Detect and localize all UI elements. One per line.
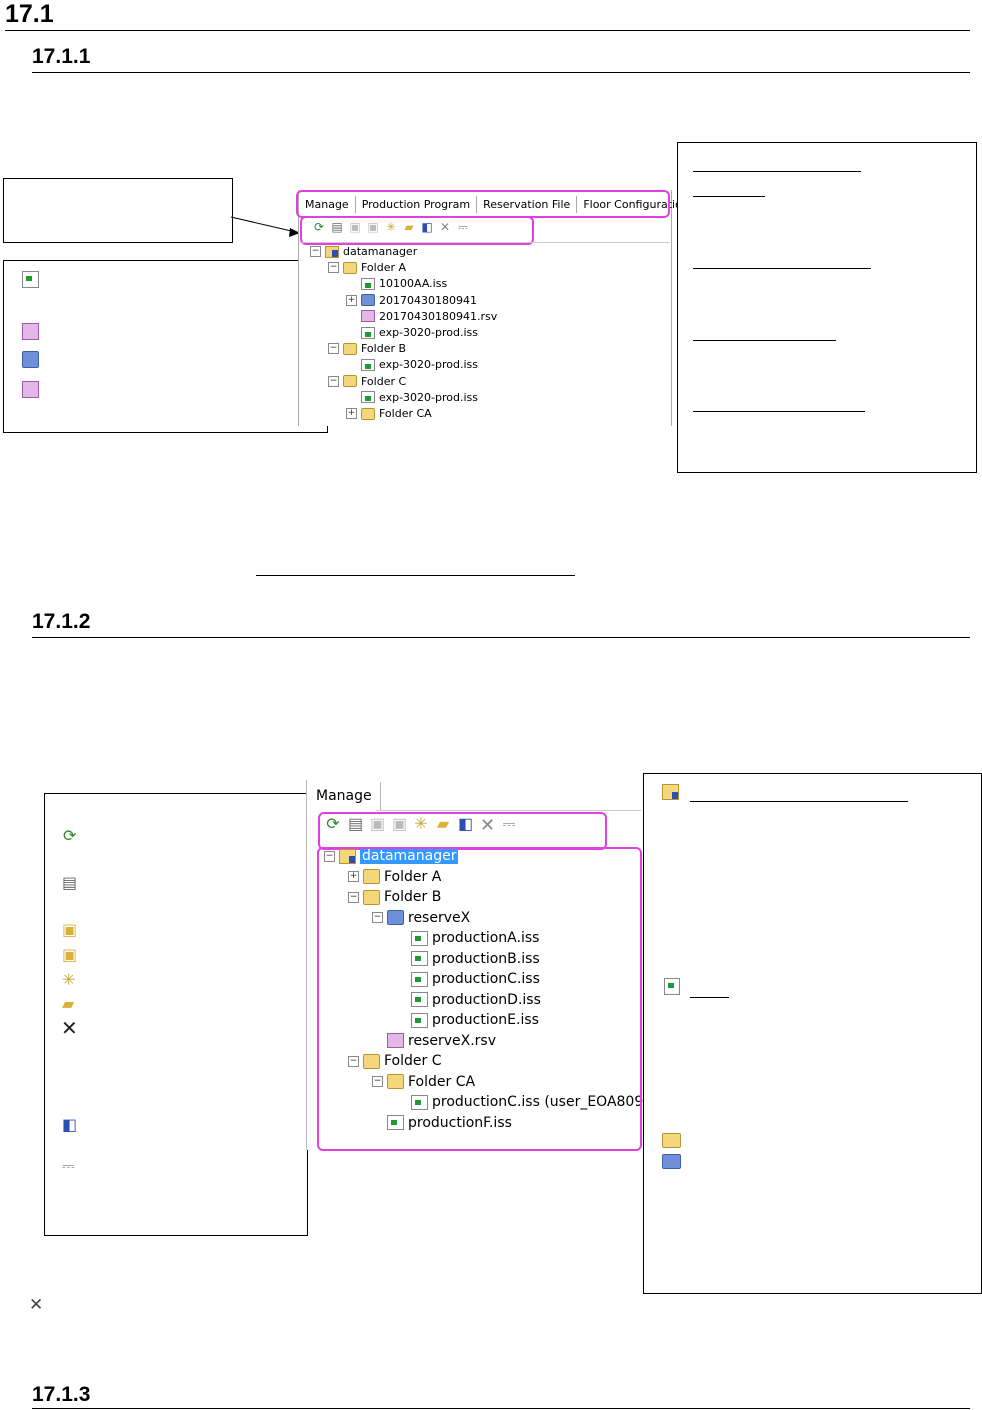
heading-rule xyxy=(5,30,970,31)
tree-node[interactable]: +20170430180941 xyxy=(346,294,477,307)
iss-file-icon xyxy=(361,326,375,339)
callout-box-tabs xyxy=(677,142,977,473)
new-folder-icon: ▰ xyxy=(62,994,75,1013)
section-heading-17-1-1: 17.1.1 xyxy=(32,45,91,68)
tree-legend-box xyxy=(643,773,982,1294)
refresh-icon: ⟳ xyxy=(63,826,77,845)
tree-node[interactable]: exp-3020-prod.iss xyxy=(346,358,478,371)
divider xyxy=(298,242,670,243)
collapse-icon[interactable]: − xyxy=(310,246,321,257)
connect-icon: ⎓ xyxy=(62,1156,75,1175)
heading-rule xyxy=(32,1408,970,1409)
tree-node-label: Folder CA xyxy=(379,407,432,420)
collapse-icon[interactable]: − xyxy=(328,375,339,387)
properties-icon: ▤ xyxy=(62,873,78,892)
reservation-folder-icon xyxy=(662,1154,681,1169)
tree-node[interactable]: + Folder CA xyxy=(346,407,432,420)
tree-node[interactable]: − Folder B xyxy=(328,342,406,355)
section-heading-17-1-2: 17.1.2 xyxy=(32,610,91,633)
rename-icon: ◧ xyxy=(62,1115,78,1134)
tree-node-label: Folder B xyxy=(361,342,407,356)
plain-iss-icon xyxy=(664,978,680,995)
underline-mark xyxy=(690,997,729,998)
toolbar-legend-box xyxy=(44,793,308,1236)
delete-icon: ✕ xyxy=(61,1016,78,1040)
rsv-file-icon xyxy=(361,310,375,323)
tree-node-label: datamanager xyxy=(343,245,418,258)
blue-folder-icon xyxy=(361,294,375,307)
underline-mark xyxy=(693,196,765,197)
folder-icon xyxy=(361,407,375,420)
iss-file-icon xyxy=(361,277,375,290)
underline-mark xyxy=(693,411,865,412)
tree-highlight xyxy=(317,847,642,1151)
underline-mark xyxy=(690,801,908,802)
heading-rule xyxy=(32,72,970,73)
tree-node-label: exp-3020-prod.iss xyxy=(379,358,478,372)
tree-node[interactable]: − Folder A xyxy=(328,261,406,274)
tab-highlight xyxy=(296,190,670,218)
delete-icon: ✕ xyxy=(29,1295,44,1315)
rsv-file-icon xyxy=(22,323,39,340)
new-file-icon: ✳ xyxy=(62,970,76,989)
folder-icon xyxy=(343,261,357,274)
iss-file-icon xyxy=(361,358,375,371)
collapse-icon[interactable]: − xyxy=(328,343,339,355)
callout-box-toolbar xyxy=(3,178,233,243)
reservation-rsv-icon xyxy=(22,381,39,398)
collapse-icon[interactable]: − xyxy=(328,262,339,274)
heading-rule xyxy=(32,637,970,638)
tree-node[interactable]: exp-3020-prod.iss xyxy=(346,391,478,404)
iss-file-icon xyxy=(22,271,39,288)
section-heading-17-1: 17.1 xyxy=(5,0,54,28)
folder-icon xyxy=(343,342,357,355)
tree-node-label: Folder C xyxy=(361,374,407,388)
tab-manage[interactable]: Manage xyxy=(308,782,381,810)
tree-node-label: Folder A xyxy=(361,261,407,275)
tree-node[interactable]: − datamanager xyxy=(310,245,417,258)
expand-icon[interactable]: + xyxy=(346,408,357,419)
tree-node-label: exp-3020-prod.iss xyxy=(379,326,478,339)
tree-node[interactable]: 10100AA.iss xyxy=(346,277,447,290)
divider xyxy=(376,810,641,811)
icon-legend-box xyxy=(3,260,328,433)
datamanager-icon xyxy=(325,245,339,258)
folder-icon xyxy=(343,375,357,388)
datamanager-icon xyxy=(662,784,679,800)
underline-mark xyxy=(693,171,861,172)
reservation-folder-icon xyxy=(22,351,39,368)
unlock-icon: ▣ xyxy=(62,945,78,964)
section-heading-17-1-3: 17.1.3 xyxy=(32,1383,91,1406)
tree-node[interactable]: 20170430180941.rsv xyxy=(346,310,497,323)
folder-icon xyxy=(662,1133,681,1148)
underline-mark xyxy=(693,340,836,341)
expand-icon[interactable]: + xyxy=(346,294,357,306)
tree-node[interactable]: exp-3020-prod.iss xyxy=(346,326,478,339)
tree-node[interactable]: − Folder C xyxy=(328,375,406,388)
tree-node-label: 20170430180941 xyxy=(379,293,477,307)
iss-file-icon xyxy=(361,391,375,404)
underline-mark xyxy=(256,575,575,576)
toolbar-highlight xyxy=(318,812,607,850)
tree-node-label: 10100AA.iss xyxy=(379,277,448,291)
lock-icon: ▣ xyxy=(62,920,78,939)
tree-node-label: 20170430180941.rsv xyxy=(379,309,498,323)
toolbar-highlight xyxy=(300,216,534,245)
tree-node-label: exp-3020-prod.iss xyxy=(379,390,478,404)
underline-mark xyxy=(693,268,871,269)
